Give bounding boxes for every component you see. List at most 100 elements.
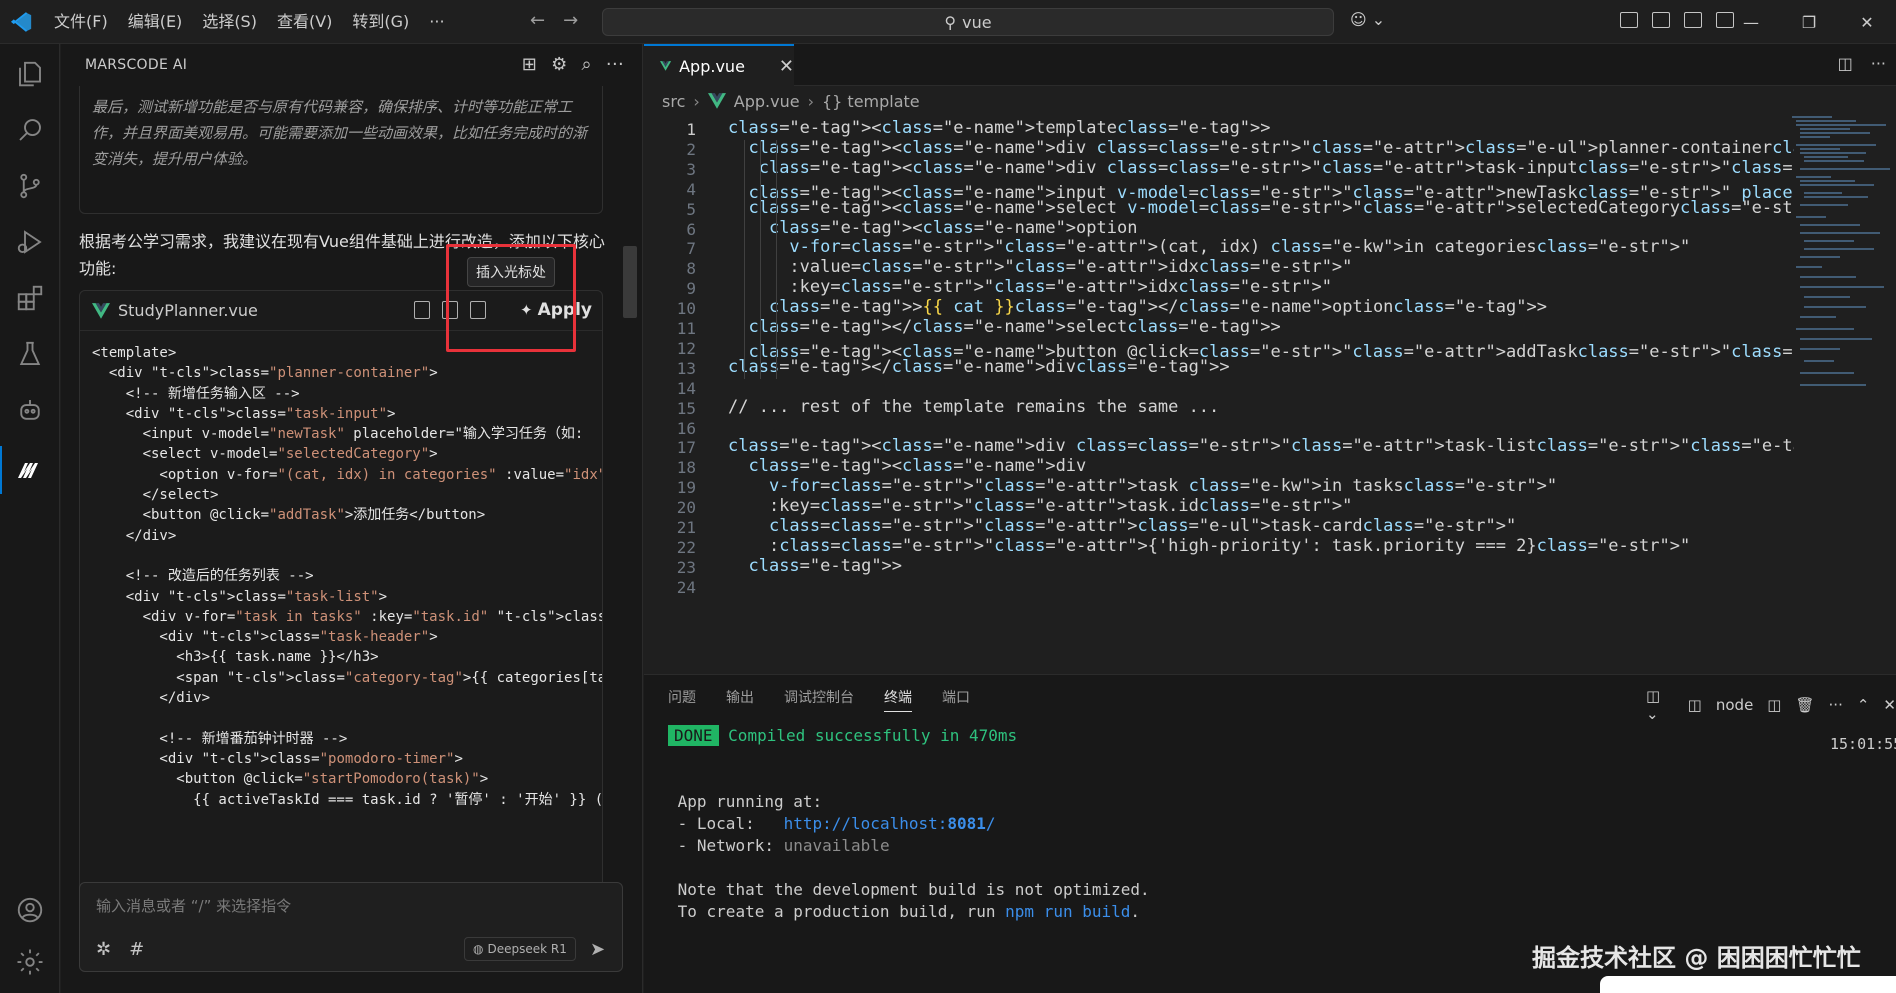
minimap[interactable]: [1792, 116, 1896, 556]
chat-scrollbar[interactable]: [623, 136, 637, 904]
tab-app-vue[interactable]: App.vue ✕: [644, 44, 794, 86]
code-card-body: <template> <div "t-cls">class="planner-c…: [92, 341, 603, 808]
close-window-icon[interactable]: ✕: [1838, 0, 1896, 44]
back-arrow-icon[interactable]: ←: [530, 10, 545, 31]
terminal-timestamp: 15:01:55: [1830, 735, 1896, 753]
card-code-line: <option v-for="(cat, idx) in categories"…: [92, 466, 603, 483]
panel-header: MARSCODE AI ⊞ ⚙ ⌕ ···: [61, 44, 642, 86]
card-code-line: <div "t-cls">class="pomodoro-timer">: [92, 750, 463, 767]
maximize-panel-icon[interactable]: ⌃: [1857, 696, 1870, 714]
code-line: class="e-tag"><class="e-name">div class=…: [728, 436, 1794, 457]
forward-arrow-icon[interactable]: →: [563, 10, 578, 31]
new-terminal-split-icon[interactable]: ◫ ⌄: [1646, 687, 1674, 723]
minimize-icon[interactable]: —: [1722, 0, 1780, 44]
line-number: 22: [676, 537, 696, 557]
code-line: class="e-tag"><class="e-name">select v-m…: [748, 197, 1794, 218]
breadcrumb-file[interactable]: App.vue: [734, 92, 800, 111]
code-line: class="e-tag">>{{ cat }}class="e-tag"></…: [768, 297, 1547, 318]
build-hint-end: .: [1130, 902, 1141, 921]
close-tab-icon[interactable]: ✕: [779, 56, 794, 77]
code-line: class="e-tag"><class="e-name">templatecl…: [728, 118, 1271, 138]
terminal-name[interactable]: node: [1716, 696, 1753, 714]
command-center-search[interactable]: ⚲ vue: [602, 8, 1334, 36]
line-number: 16: [676, 418, 696, 438]
window-controls: — ❐ ✕: [1722, 0, 1896, 44]
build-command: npm run build: [1005, 902, 1131, 921]
menu-file[interactable]: 文件(F): [44, 0, 118, 44]
scrollbar-thumb[interactable]: [623, 246, 637, 318]
panel-more-icon[interactable]: ···: [1829, 696, 1843, 714]
copy-icon[interactable]: [414, 301, 430, 319]
menu-selection[interactable]: 选择(S): [192, 0, 267, 44]
card-code-line: <h3>{{ task.name }}</h3>: [92, 649, 379, 666]
line-number: 18: [676, 458, 696, 478]
source-control-icon[interactable]: [0, 162, 60, 210]
menu-view[interactable]: 查看(V): [267, 0, 342, 44]
code-line: class="e-tag"><class="e-name">div class=…: [748, 137, 1794, 158]
card-code-line: <div "t-cls">class="task-header">: [92, 629, 438, 646]
code-editor[interactable]: 1 2 3 4 5 6 7 8 9 10 11 12 13 14 15 16 17 18 19 20 21 22 23 24 c…: [644, 116, 1794, 674]
marscode-icon[interactable]: [0, 446, 60, 494]
card-code-line: [92, 706, 602, 726]
tab-ports[interactable]: 端口: [942, 687, 970, 712]
dev-build-note: Note that the development build is not o…: [677, 880, 1150, 899]
tab-debug-console[interactable]: 调试控制台: [784, 687, 854, 712]
split-editor-icon[interactable]: ◫: [1838, 54, 1853, 73]
search-icon: ⚲: [944, 12, 957, 32]
account-icon[interactable]: [0, 886, 60, 934]
code-line: class="e-tag"></class="e-name">divclass=…: [728, 356, 1230, 377]
testing-flask-icon[interactable]: [0, 330, 60, 378]
menu-more[interactable]: ···: [419, 0, 454, 44]
settings-gear-icon[interactable]: [0, 938, 60, 986]
close-panel-icon[interactable]: ✕: [1883, 696, 1896, 714]
tab-problems[interactable]: 问题: [668, 687, 696, 712]
send-icon[interactable]: ➤: [590, 939, 605, 960]
explorer-icon[interactable]: [0, 50, 60, 98]
trash-icon[interactable]: 🗑: [1795, 696, 1814, 714]
card-code-line: </div>: [92, 690, 211, 707]
watermark: 掘金技术社区 @ 困困困忙忙忙: [1532, 944, 1861, 972]
line-number: 7: [686, 239, 696, 259]
local-url-link[interactable]: http://localhost:8081/: [784, 814, 996, 833]
editor-more-icon[interactable]: ···: [1871, 54, 1886, 73]
chat-input-box[interactable]: 输入消息或者 “/” 来选择指令 ✲ # ◍ Deepseek R1 ➤: [79, 882, 623, 972]
panel-title: MARSCODE AI: [85, 57, 188, 73]
customize-layout-icon[interactable]: [1620, 12, 1638, 28]
new-chat-icon[interactable]: ⊞: [522, 54, 537, 75]
hash-context-icon[interactable]: #: [129, 939, 144, 960]
menu-edit[interactable]: 编辑(E): [118, 0, 193, 44]
restore-icon[interactable]: ❐: [1780, 0, 1838, 44]
panel-settings-icon[interactable]: ⚙: [551, 54, 567, 75]
vue-file-icon: [707, 93, 726, 109]
search-text: vue: [962, 12, 992, 32]
menu-go[interactable]: 转到(G): [342, 0, 419, 44]
code-line: class="e-tag"></class="e-name">selectcla…: [748, 317, 1281, 337]
model-selector[interactable]: ◍ Deepseek R1: [464, 937, 576, 961]
extensions-icon[interactable]: [0, 274, 60, 322]
toggle-sidebar-icon[interactable]: [1652, 12, 1670, 28]
search-view-icon[interactable]: [0, 106, 60, 154]
line-number: 20: [676, 498, 696, 518]
run-debug-icon[interactable]: [0, 218, 60, 266]
breadcrumb-src[interactable]: src: [662, 92, 685, 111]
more-actions-icon[interactable]: ···: [606, 54, 624, 75]
chat-input-placeholder[interactable]: 输入消息或者 “/” 来选择指令: [96, 895, 291, 916]
breadcrumb-symbol[interactable]: {} template: [822, 92, 920, 111]
ai-robot-icon[interactable]: [0, 386, 60, 434]
chat-scroll-area[interactable]: 最后，测试新增功能是否与原有代码兼容，确保排序、计时等功能正常工作，并且界面美观…: [61, 86, 643, 902]
copilot-icon[interactable]: ☺ ⌄: [1350, 10, 1385, 29]
code-line: // ... rest of the template remains the …: [728, 396, 1220, 417]
toggle-panel-icon[interactable]: [1684, 12, 1702, 28]
terminal-output[interactable]: DONE Compiled successfully in 470ms App …: [668, 725, 1888, 923]
activity-bar: [0, 44, 60, 993]
history-icon[interactable]: ⌕: [582, 54, 592, 75]
tab-output[interactable]: 输出: [726, 687, 754, 712]
split-terminal-icon[interactable]: ◫: [1767, 696, 1781, 714]
tab-terminal[interactable]: 终端: [884, 687, 912, 712]
taskbar-corner: [1600, 976, 1896, 993]
sparkle-mode-icon[interactable]: ✲: [96, 939, 111, 960]
line-number: 19: [676, 478, 696, 498]
code-line: class=class="e-str">"class="e-attr">clas…: [768, 516, 1517, 536]
